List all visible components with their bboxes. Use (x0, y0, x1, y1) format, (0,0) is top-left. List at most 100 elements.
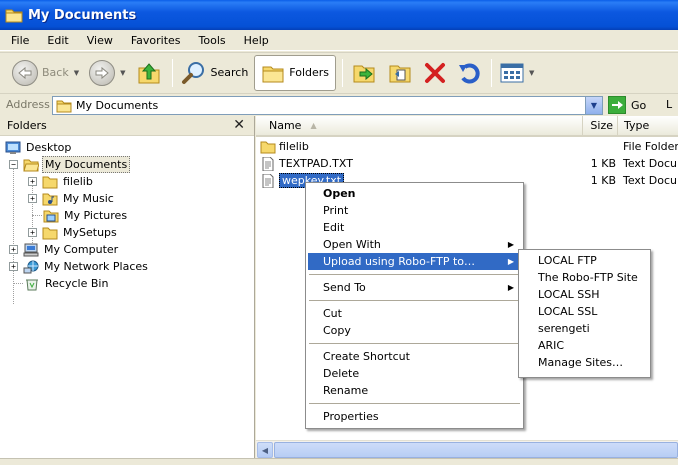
submenu-item-local-ssl[interactable]: LOCAL SSL (521, 303, 648, 320)
forward-dropdown-icon[interactable]: ▼ (120, 69, 125, 77)
delete-button[interactable] (419, 56, 451, 90)
menu-file[interactable]: File (0, 34, 36, 47)
expand-toggle[interactable]: + (9, 245, 18, 254)
expand-toggle[interactable]: + (28, 194, 37, 203)
tree-item-my-documents[interactable]: − My Documents (9, 156, 131, 173)
title-bar[interactable]: My Documents (0, 0, 678, 30)
file-size: 1 KB (590, 174, 616, 187)
up-button[interactable] (132, 56, 166, 90)
expand-toggle[interactable]: + (28, 228, 37, 237)
menu-item-rename[interactable]: Rename (308, 382, 521, 399)
column-header-name[interactable]: Name ▲ (256, 116, 583, 137)
menu-item-label: Upload using Robo-FTP to… (323, 255, 476, 268)
menu-item-delete[interactable]: Delete (308, 365, 521, 382)
undo-button[interactable] (453, 56, 485, 90)
tree-item-my-music[interactable]: + My Music (28, 190, 116, 207)
file-row[interactable]: filelib File Folder (260, 138, 678, 155)
folders-button[interactable]: Folders (254, 54, 337, 91)
links-label[interactable]: L (666, 98, 672, 111)
menu-tools[interactable]: Tools (188, 34, 233, 47)
column-header-type[interactable]: Type (618, 116, 678, 137)
window-folder-icon (5, 9, 23, 23)
search-button[interactable]: Search (177, 56, 253, 90)
tree-item-label: My Pictures (64, 209, 128, 222)
address-dropdown-icon[interactable]: ▼ (585, 97, 602, 114)
menu-item-label: Send To (323, 281, 366, 294)
network-icon (23, 260, 39, 273)
address-input[interactable]: My Documents ▼ (52, 96, 603, 115)
copy-to-button[interactable] (383, 56, 417, 90)
text-file-icon (262, 173, 274, 188)
submenu-arrow-icon: ▶ (507, 283, 514, 292)
submenu-item-serengeti[interactable]: serengeti (521, 320, 648, 337)
tree-item-filelib[interactable]: + filelib (28, 173, 95, 190)
tree-item-my-pictures[interactable]: My Pictures (43, 207, 129, 224)
menu-item-label: Rename (323, 384, 369, 397)
submenu-item-label: LOCAL SSL (538, 305, 598, 318)
toolbar-separator (171, 58, 173, 87)
move-to-button[interactable] (347, 56, 381, 90)
horizontal-scrollbar[interactable]: ◀ (256, 440, 678, 458)
expand-toggle[interactable]: + (9, 262, 18, 271)
menu-separator (309, 343, 520, 344)
column-name-label: Name (269, 119, 302, 132)
file-name: filelib (279, 140, 309, 153)
tree-item-desktop[interactable]: Desktop (5, 139, 73, 156)
submenu-item-manage-sites[interactable]: Manage Sites… (521, 354, 648, 371)
menu-edit[interactable]: Edit (36, 34, 75, 47)
expand-toggle[interactable]: + (28, 177, 37, 186)
tree-item-label: My Music (63, 192, 114, 205)
file-name: TEXTPAD.TXT (279, 157, 353, 170)
menu-help[interactable]: Help (233, 34, 276, 47)
submenu-item-robo-ftp-site[interactable]: The Robo-FTP Site (521, 269, 648, 286)
tree-item-my-network-places[interactable]: + My Network Places (9, 258, 150, 275)
menu-item-upload-robo-ftp[interactable]: Upload using Robo-FTP to… ▶ (308, 253, 521, 270)
views-button[interactable]: ▼ (496, 56, 538, 90)
file-row[interactable]: TEXTPAD.TXT 1 KB Text Docum (260, 155, 678, 172)
window-title: My Documents (28, 7, 137, 23)
menu-item-copy[interactable]: Copy (308, 322, 521, 339)
menu-item-label: Cut (323, 307, 342, 320)
menu-item-properties[interactable]: Properties (308, 408, 521, 425)
submenu-item-local-ssh[interactable]: LOCAL SSH (521, 286, 648, 303)
tree-item-mysetups[interactable]: + MySetups (28, 224, 119, 241)
folders-pane-header: Folders ✕ (0, 116, 254, 136)
tree-item-label: filelib (63, 175, 93, 188)
tree-item-recycle-bin[interactable]: Recycle Bin (24, 275, 110, 292)
submenu-item-local-ftp[interactable]: LOCAL FTP (521, 252, 648, 269)
column-header-size[interactable]: Size (583, 116, 618, 137)
collapse-toggle[interactable]: − (9, 160, 18, 169)
menu-item-edit[interactable]: Edit (308, 219, 521, 236)
back-dropdown-icon[interactable]: ▼ (74, 69, 79, 77)
menu-separator (309, 300, 520, 301)
file-type: Text Docum (623, 174, 678, 187)
scrollbar-thumb[interactable] (274, 442, 678, 458)
address-label: Address (6, 98, 50, 111)
menu-item-send-to[interactable]: Send To ▶ (308, 279, 521, 296)
menu-item-label: Properties (323, 410, 379, 423)
back-button[interactable]: Back ▼ (8, 56, 83, 90)
submenu-item-label: LOCAL FTP (538, 254, 597, 267)
tree-item-my-computer[interactable]: + My Computer (9, 241, 120, 258)
close-icon[interactable]: ✕ (233, 117, 245, 133)
menu-item-open-with[interactable]: Open With ▶ (308, 236, 521, 253)
address-value: My Documents (76, 99, 159, 112)
go-button[interactable]: Go (608, 96, 646, 114)
scroll-left-icon[interactable]: ◀ (257, 442, 273, 458)
menu-item-cut[interactable]: Cut (308, 305, 521, 322)
menu-item-print[interactable]: Print (308, 202, 521, 219)
back-arrow-icon (12, 59, 38, 86)
menu-view[interactable]: View (76, 34, 120, 47)
forward-button[interactable]: ▼ (85, 56, 129, 90)
submenu-item-aric[interactable]: ARIC (521, 337, 648, 354)
folder-up-icon (138, 62, 159, 83)
views-dropdown-icon[interactable]: ▼ (529, 69, 534, 77)
toolbar-separator (342, 58, 344, 87)
file-type: File Folder (623, 140, 678, 153)
delete-x-icon (425, 62, 446, 83)
menu-favorites[interactable]: Favorites (120, 34, 188, 47)
menu-item-create-shortcut[interactable]: Create Shortcut (308, 348, 521, 365)
menu-item-open[interactable]: Open (308, 185, 521, 202)
folders-icon (262, 66, 284, 82)
move-to-icon (353, 65, 375, 82)
